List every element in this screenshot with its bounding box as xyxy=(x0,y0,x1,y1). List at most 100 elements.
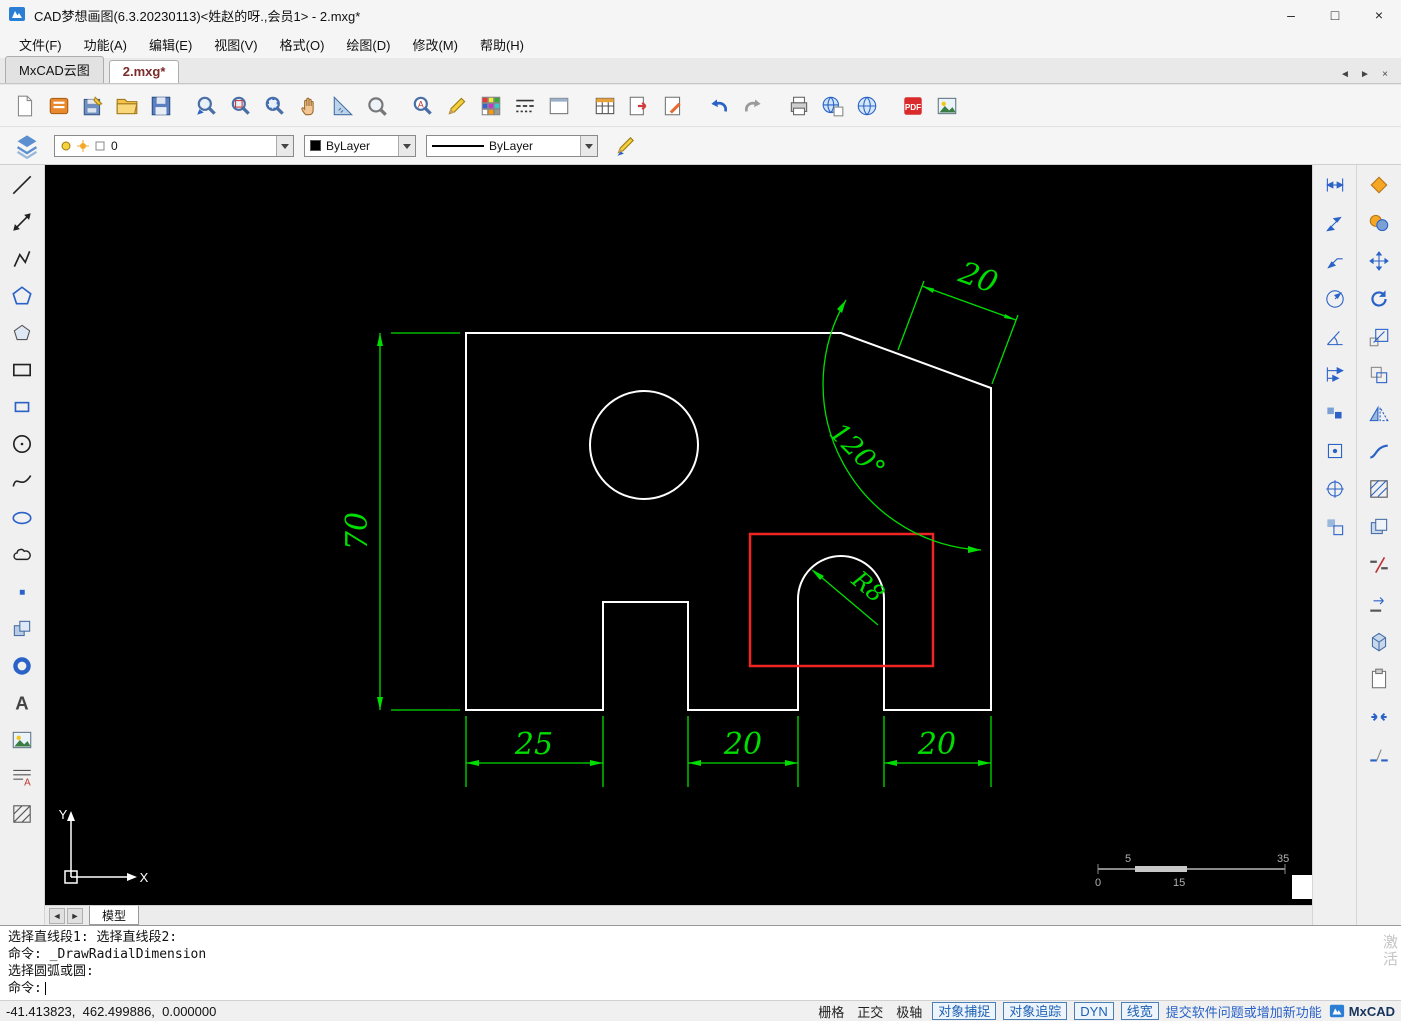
layout-icon[interactable] xyxy=(542,90,576,122)
tab-close-icon[interactable]: × xyxy=(1377,67,1393,83)
model-tab[interactable]: 模型 xyxy=(89,906,140,925)
dim-radius-icon[interactable] xyxy=(1320,284,1350,314)
zoom-window-icon[interactable] xyxy=(258,90,292,122)
print-icon[interactable] xyxy=(782,90,816,122)
break-tool-icon[interactable] xyxy=(1364,740,1394,770)
zoom-previous-icon[interactable] xyxy=(190,90,224,122)
menu-draw[interactable]: 绘图(D) xyxy=(335,31,401,58)
menu-function[interactable]: 功能(A) xyxy=(73,31,138,58)
dim-baseline-icon[interactable] xyxy=(1320,360,1350,390)
dim-center-mark-icon[interactable] xyxy=(1320,474,1350,504)
revision-cloud-tool-icon[interactable] xyxy=(7,540,37,570)
zoom-dynamic-icon[interactable] xyxy=(224,90,258,122)
command-window[interactable]: 选择直线段1: 选择直线段2: 命令: _DrawRadialDimension… xyxy=(0,925,1401,1000)
feedback-link[interactable]: 提交软件问题或增加新功能 xyxy=(1166,1002,1322,1021)
construction-line-tool-icon[interactable] xyxy=(7,207,37,237)
block-insert-tool-icon[interactable] xyxy=(7,614,37,644)
polygon-tool-icon[interactable] xyxy=(7,281,37,311)
line-tool-icon[interactable] xyxy=(7,170,37,200)
linetype-manager-icon[interactable] xyxy=(508,90,542,122)
osnap-toggle[interactable]: 对象捕捉 xyxy=(932,1002,997,1020)
pentagon-tool-icon[interactable] xyxy=(7,318,37,348)
rectangle-tool-icon[interactable] xyxy=(7,355,37,385)
network-icon[interactable] xyxy=(850,90,884,122)
match-properties-icon[interactable] xyxy=(608,130,642,162)
polyline-tool-icon[interactable] xyxy=(7,244,37,274)
dim-leader-icon[interactable] xyxy=(1320,246,1350,276)
maximize-button[interactable]: □ xyxy=(1313,0,1357,30)
zoom-icon[interactable] xyxy=(360,90,394,122)
dim-linear-icon[interactable] xyxy=(1320,170,1350,200)
corner-widget[interactable] xyxy=(1292,875,1312,899)
scale-tool-icon[interactable] xyxy=(1364,322,1394,352)
otrack-toggle[interactable]: 对象追踪 xyxy=(1003,1002,1068,1020)
menu-modify[interactable]: 修改(M) xyxy=(401,31,469,58)
trim-tool-icon[interactable] xyxy=(1364,550,1394,580)
ortho-toggle[interactable]: 正交 xyxy=(854,1002,886,1021)
extrude-tool-icon[interactable] xyxy=(1364,626,1394,656)
open-folder-icon[interactable] xyxy=(110,90,144,122)
tab-mxcad-cloud[interactable]: MxCAD云图 xyxy=(5,56,104,83)
fillet-tool-icon[interactable] xyxy=(1364,436,1394,466)
copy-tool-icon[interactable] xyxy=(1364,208,1394,238)
save-icon[interactable] xyxy=(76,90,110,122)
pan-icon[interactable] xyxy=(292,90,326,122)
layer-dropdown-arrow[interactable] xyxy=(276,135,293,156)
dyn-toggle[interactable]: DYN xyxy=(1074,1002,1114,1020)
tab-scroll-right-icon[interactable]: ► xyxy=(1357,67,1373,83)
tab-scroll-left-icon[interactable]: ◄ xyxy=(1337,67,1353,83)
sheet-next-icon[interactable]: ► xyxy=(67,908,83,924)
mirror-tool-icon[interactable] xyxy=(1364,398,1394,428)
insert-image-icon[interactable] xyxy=(930,90,964,122)
undo-icon[interactable] xyxy=(702,90,736,122)
dim-angular-icon[interactable] xyxy=(1320,322,1350,352)
array-tool-icon[interactable] xyxy=(1364,512,1394,542)
explode-tool-icon[interactable] xyxy=(1364,170,1394,200)
web-publish-icon[interactable] xyxy=(816,90,850,122)
ellipse-tool-icon[interactable] xyxy=(7,503,37,533)
spline-tool-icon[interactable] xyxy=(7,466,37,496)
text-tool-icon[interactable]: A xyxy=(7,688,37,718)
linetype-dropdown-arrow[interactable] xyxy=(580,135,597,156)
find-icon[interactable]: A xyxy=(406,90,440,122)
drawing-canvas[interactable]: 70 25 20 20 20 120° R8 Y X 5 35 0 15 xyxy=(45,165,1312,905)
dim-tolerance-icon[interactable] xyxy=(1320,398,1350,428)
donut-tool-icon[interactable] xyxy=(7,651,37,681)
image-tool-icon[interactable] xyxy=(7,725,37,755)
menu-edit[interactable]: 编辑(E) xyxy=(138,31,203,58)
minimize-button[interactable]: – xyxy=(1269,0,1313,30)
grid-toggle[interactable]: 栅格 xyxy=(815,1002,847,1021)
extend-tool-icon[interactable] xyxy=(1364,588,1394,618)
menu-format[interactable]: 格式(O) xyxy=(269,31,336,58)
open-cloud-file-icon[interactable] xyxy=(42,90,76,122)
export-icon[interactable] xyxy=(622,90,656,122)
export-pdf-icon[interactable]: PDF xyxy=(896,90,930,122)
draw-pencil-icon[interactable] xyxy=(440,90,474,122)
table-style-icon[interactable] xyxy=(588,90,622,122)
layers-icon[interactable] xyxy=(10,130,44,162)
hatch-tool-icon[interactable] xyxy=(7,799,37,829)
layer-select[interactable]: 0 xyxy=(54,134,294,157)
measure-tool-icon[interactable] xyxy=(326,90,360,122)
color-palette-icon[interactable] xyxy=(474,90,508,122)
dim-datum-icon[interactable] xyxy=(1320,436,1350,466)
redo-icon[interactable] xyxy=(736,90,770,122)
circle-tool-icon[interactable] xyxy=(7,429,37,459)
lineweight-toggle[interactable]: 线宽 xyxy=(1120,1002,1159,1020)
menu-view[interactable]: 视图(V) xyxy=(203,31,268,58)
color-select[interactable]: ByLayer xyxy=(304,134,416,157)
command-input-line[interactable]: 命令: xyxy=(8,980,1393,997)
dim-ordinate-icon[interactable] xyxy=(1320,512,1350,542)
close-button[interactable]: × xyxy=(1357,0,1401,30)
save-as-icon[interactable] xyxy=(144,90,178,122)
square-tool-icon[interactable] xyxy=(7,392,37,422)
sheet-edit-icon[interactable] xyxy=(656,90,690,122)
color-dropdown-arrow[interactable] xyxy=(398,135,415,156)
menu-file[interactable]: 文件(F) xyxy=(8,31,73,58)
rotate-tool-icon[interactable] xyxy=(1364,284,1394,314)
linetype-select[interactable]: ByLayer xyxy=(426,134,598,157)
sheet-prev-icon[interactable]: ◄ xyxy=(49,908,65,924)
polar-toggle[interactable]: 极轴 xyxy=(893,1002,925,1021)
move-tool-icon[interactable] xyxy=(1364,246,1394,276)
dim-aligned-icon[interactable] xyxy=(1320,208,1350,238)
